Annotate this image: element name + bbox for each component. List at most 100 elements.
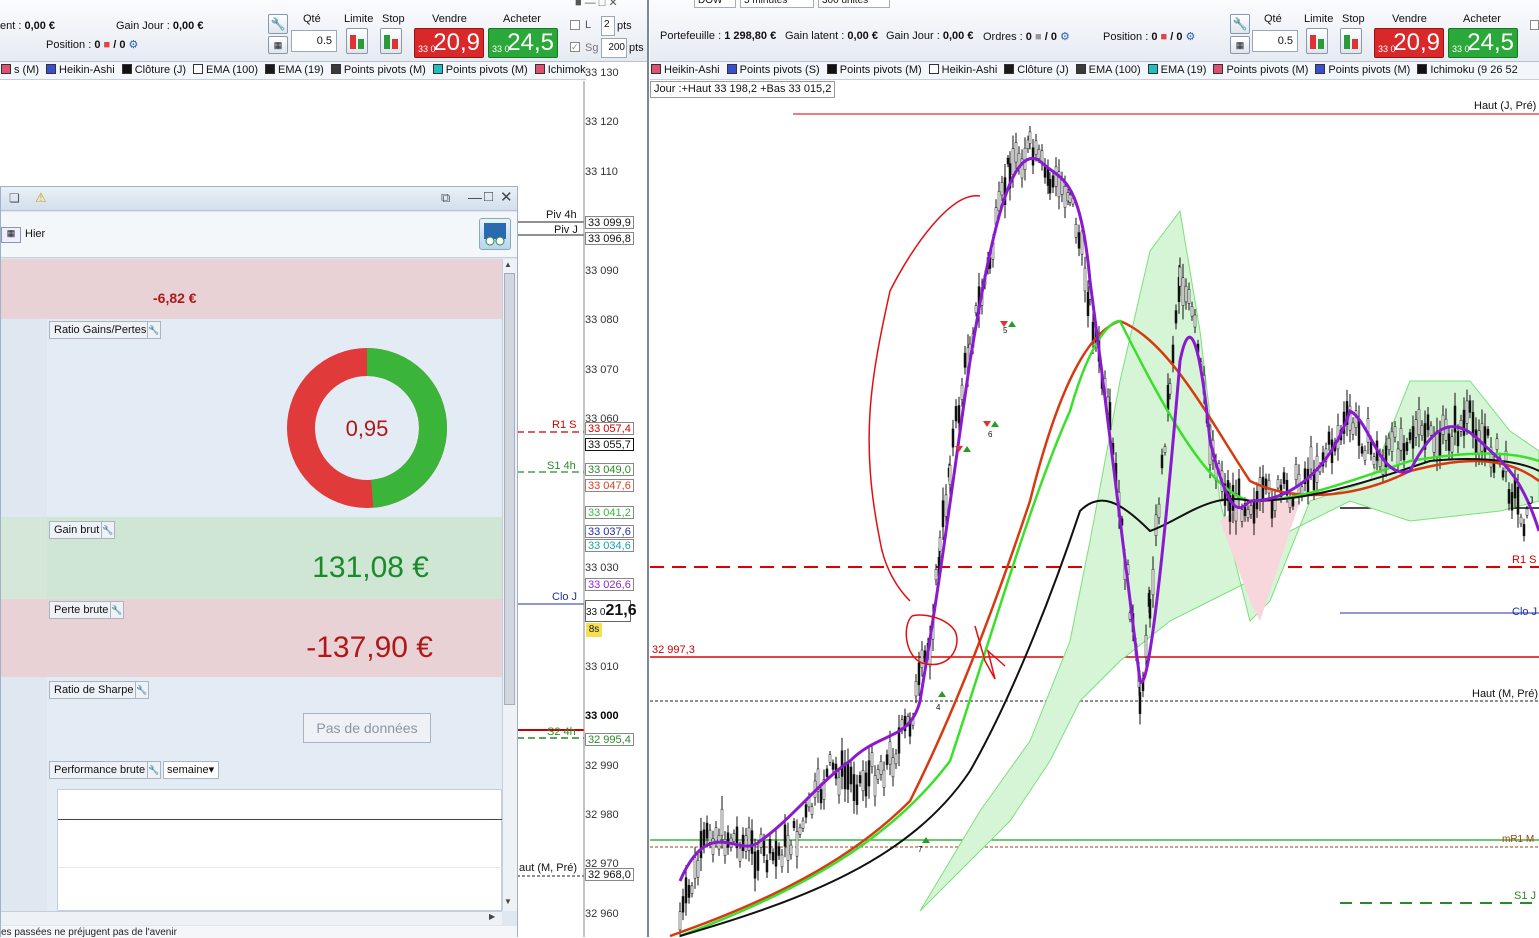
qty-input-right[interactable]: 0.5 <box>1252 30 1298 52</box>
candle-body <box>846 761 850 790</box>
candle-body <box>1267 479 1271 494</box>
close-icon[interactable]: ✕ <box>500 188 513 206</box>
candle-body <box>954 406 958 422</box>
candle-body <box>1282 472 1286 484</box>
candle-body <box>744 835 748 852</box>
units-select[interactable]: 300 unités <box>818 0 890 8</box>
instrument-select[interactable]: DOW <box>694 0 736 8</box>
candle-body <box>1486 428 1490 436</box>
candle-body <box>1474 429 1478 455</box>
sell-button-right[interactable]: 33 0 20,9 <box>1374 28 1444 58</box>
pl-row <box>1 259 502 319</box>
trade-arrow-up <box>963 446 971 452</box>
candle-body <box>1291 498 1295 507</box>
scroll-thumb[interactable] <box>504 273 515 705</box>
candle-body <box>1258 477 1262 501</box>
candle-body <box>1369 441 1373 455</box>
horizontal-scrollbar[interactable] <box>1 911 502 925</box>
candle-body <box>1000 182 1004 196</box>
timeframe-select[interactable]: 5 minutes <box>740 0 814 8</box>
indicator-color-swatch <box>726 64 737 74</box>
sharpe-wrench-icon[interactable]: 🔧 <box>135 681 149 699</box>
indicator-chip[interactable]: Ichimoku (9 26 52 <box>1416 62 1518 79</box>
candle-body <box>684 877 688 904</box>
scroll-down-arrow[interactable]: ▼ <box>504 897 512 906</box>
panel-titlebar[interactable] <box>1 187 517 211</box>
candle-body <box>792 820 796 828</box>
panel-toolbar <box>1 212 517 258</box>
gain-wrench-icon[interactable]: 🔧 <box>101 521 115 539</box>
indicator-chip[interactable]: EMA (100) <box>1075 62 1141 79</box>
candle-body <box>1154 514 1158 536</box>
trade-marker-4: 4 <box>936 703 941 712</box>
warning-icon[interactable]: ⚠ <box>35 190 47 206</box>
stop-order-icon-right[interactable] <box>1340 28 1362 54</box>
price-p4: 33 034,6 <box>585 539 634 552</box>
candle-body <box>1028 131 1032 144</box>
wrench-icon-right[interactable]: 🔧 <box>1230 14 1250 34</box>
candle-body <box>1166 385 1170 410</box>
period-hier[interactable]: Hier <box>25 228 45 240</box>
copy-icon[interactable]: ❏ <box>9 191 20 205</box>
candle-body <box>1447 433 1451 451</box>
perte-value: -137,90 € <box>306 631 433 664</box>
indicator-chip[interactable]: Heikin-Ashi <box>928 62 997 79</box>
piv4h-label: Piv 4h <box>546 209 577 221</box>
perf-chart <box>57 789 502 911</box>
candle-body <box>1513 478 1517 499</box>
candle-body <box>789 844 793 856</box>
candle-body <box>1066 192 1070 202</box>
keypad-icon-right[interactable]: ▦ <box>1230 36 1250 54</box>
period-select[interactable]: semaine▾ <box>163 761 219 779</box>
scroll-up-arrow[interactable]: ▲ <box>504 260 512 269</box>
scroll-right-arrow[interactable]: ▶ <box>489 912 495 921</box>
indicator-color-swatch <box>1213 64 1224 74</box>
share-icon[interactable]: ⧉ <box>441 190 450 206</box>
candle-body <box>1396 448 1400 465</box>
indicator-chip[interactable]: Points pivots (S) <box>726 62 820 79</box>
candle-body <box>882 769 886 788</box>
candle-body <box>738 847 742 862</box>
limit-label-right: Limite <box>1304 13 1334 25</box>
candle-body <box>1426 414 1430 431</box>
indicator-chip[interactable]: EMA (19) <box>1147 62 1206 79</box>
indicator-chip[interactable]: Points pivots (M) <box>1212 62 1308 79</box>
timer-badge: 8s <box>586 623 602 637</box>
portefeuille: Portefeuille : 1 298,80 € <box>660 30 777 42</box>
candle-body <box>1483 426 1487 454</box>
candle-body <box>920 649 924 669</box>
candle-body <box>1171 344 1175 364</box>
indicator-label: Heikin-Ashi <box>664 64 720 76</box>
price-p1: 33 047,6 <box>585 479 634 492</box>
indicator-chip[interactable]: Points pivots (M) <box>826 62 922 79</box>
minimize-icon[interactable]: — <box>468 189 482 205</box>
candle-body <box>768 839 772 854</box>
candle-body <box>795 831 799 857</box>
candle-body <box>1261 476 1265 502</box>
indicator-chip[interactable]: Heikin-Ashi <box>650 62 720 79</box>
ratio-wrench-icon[interactable]: 🔧 <box>147 321 161 339</box>
no-data-button[interactable]: Pas de données <box>303 713 431 743</box>
perte-wrench-icon[interactable]: 🔧 <box>110 601 124 619</box>
candle-body <box>1074 223 1078 238</box>
buy-button-right[interactable]: 33 0 24,5 <box>1448 28 1518 58</box>
indicator-chip[interactable]: Clôture (J) <box>1003 62 1069 79</box>
candle-body <box>699 830 703 859</box>
perf-wrench-icon[interactable]: 🔧 <box>147 761 161 779</box>
candle-body <box>1063 186 1067 208</box>
limit-order-icon-right[interactable] <box>1306 28 1328 54</box>
price-tick: 33 070 <box>585 364 619 376</box>
candle-body <box>1031 147 1035 166</box>
gain-value: 131,08 € <box>312 551 429 584</box>
candle-body <box>1507 489 1511 504</box>
indicator-chip[interactable]: Points pivots (M) <box>1314 62 1410 79</box>
l-checkbox-right[interactable] <box>1530 20 1539 30</box>
candle-body <box>1462 409 1466 436</box>
candle-body <box>948 464 952 485</box>
performance-panel[interactable]: ❏ ⚠ ⧉ — □ ✕ ▦ Hier -6,82 € Ratio Gains/P… <box>0 186 518 938</box>
indicator-label: Points pivots (M) <box>1328 64 1411 76</box>
candle-body <box>1181 277 1185 306</box>
maximize-icon[interactable]: □ <box>484 188 493 205</box>
calendar-icon[interactable]: ▦ <box>1 227 21 243</box>
report-settings-icon[interactable] <box>479 218 511 250</box>
